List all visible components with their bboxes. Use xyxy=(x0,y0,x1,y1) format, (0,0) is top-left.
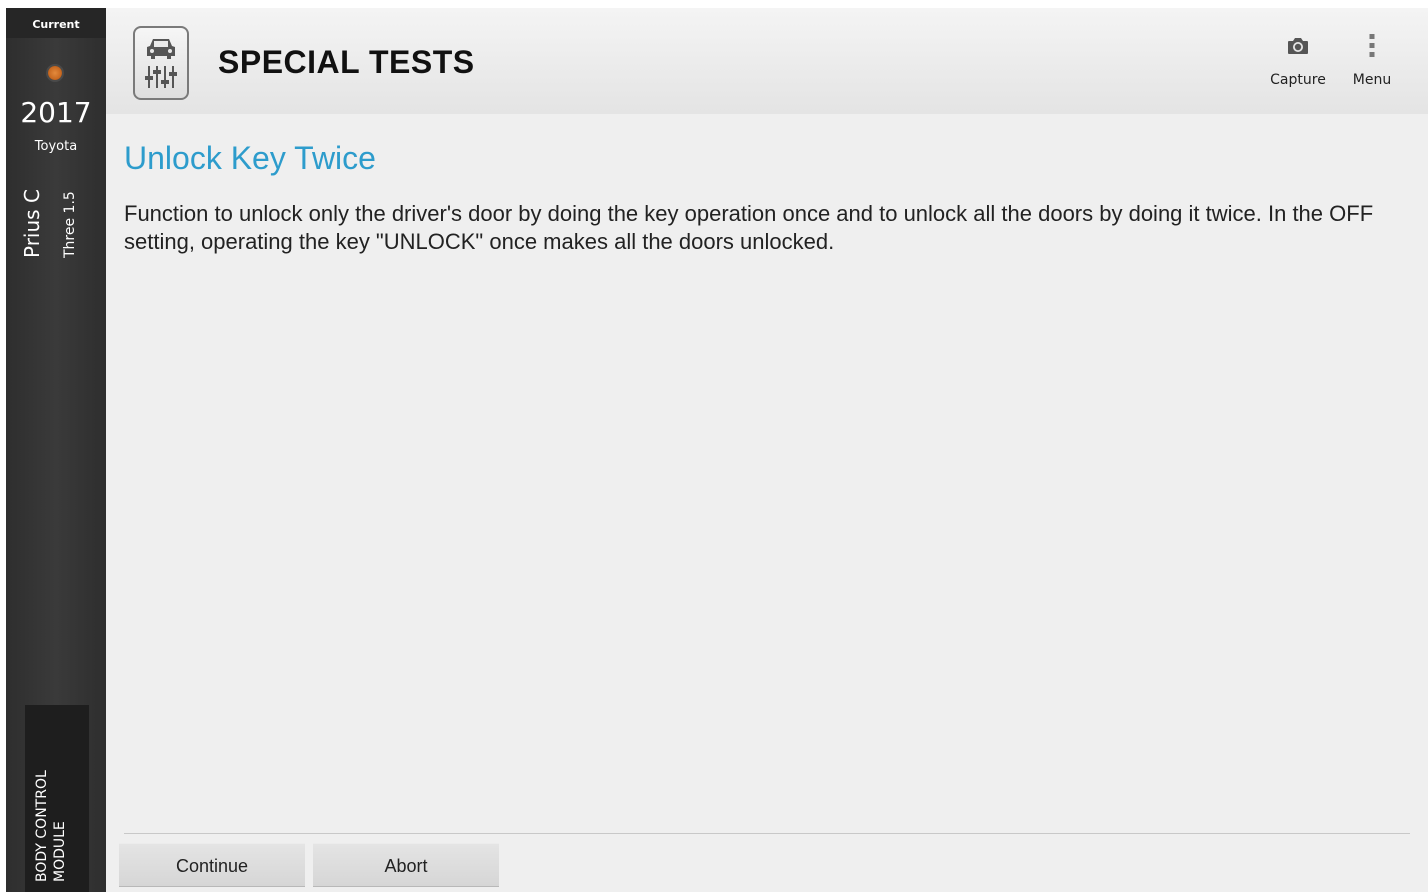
vehicle-trim: Three 1.5 xyxy=(62,191,78,258)
car-adjust-icon xyxy=(133,26,189,100)
vehicle-year: 2017 xyxy=(20,96,92,129)
abort-button[interactable]: Abort xyxy=(313,843,499,886)
current-label: Current xyxy=(6,8,106,38)
menu-button[interactable]: Menu xyxy=(1336,32,1408,92)
test-description: Function to unlock only the driver's doo… xyxy=(124,201,1374,254)
vehicle-sidebar: Current 2017 Toyota Prius C Three 1.5 BO… xyxy=(6,8,106,892)
module-label: BODY CONTROL MODULE xyxy=(34,770,68,882)
page-title: SPECIAL TESTS xyxy=(218,44,475,80)
vehicle-model: Prius C xyxy=(20,189,44,258)
continue-button[interactable]: Continue xyxy=(119,843,305,886)
module-tab[interactable]: BODY CONTROL MODULE xyxy=(25,705,89,892)
menu-label: Menu xyxy=(1352,72,1392,88)
capture-button[interactable]: Capture xyxy=(1262,32,1334,92)
status-dot-icon xyxy=(48,66,62,80)
app-root: Current 2017 Toyota Prius C Three 1.5 BO… xyxy=(0,0,1428,892)
test-title: Unlock Key Twice xyxy=(124,140,376,176)
capture-label: Capture xyxy=(1270,72,1326,88)
footer-divider xyxy=(124,833,1410,834)
main-content: Unlock Key Twice Function to unlock only… xyxy=(106,114,1428,892)
page-header: SPECIAL TESTS Capture Menu xyxy=(106,8,1428,114)
more-vertical-icon xyxy=(1369,34,1375,57)
camera-icon xyxy=(1288,38,1308,54)
vehicle-make: Toyota xyxy=(34,139,78,154)
